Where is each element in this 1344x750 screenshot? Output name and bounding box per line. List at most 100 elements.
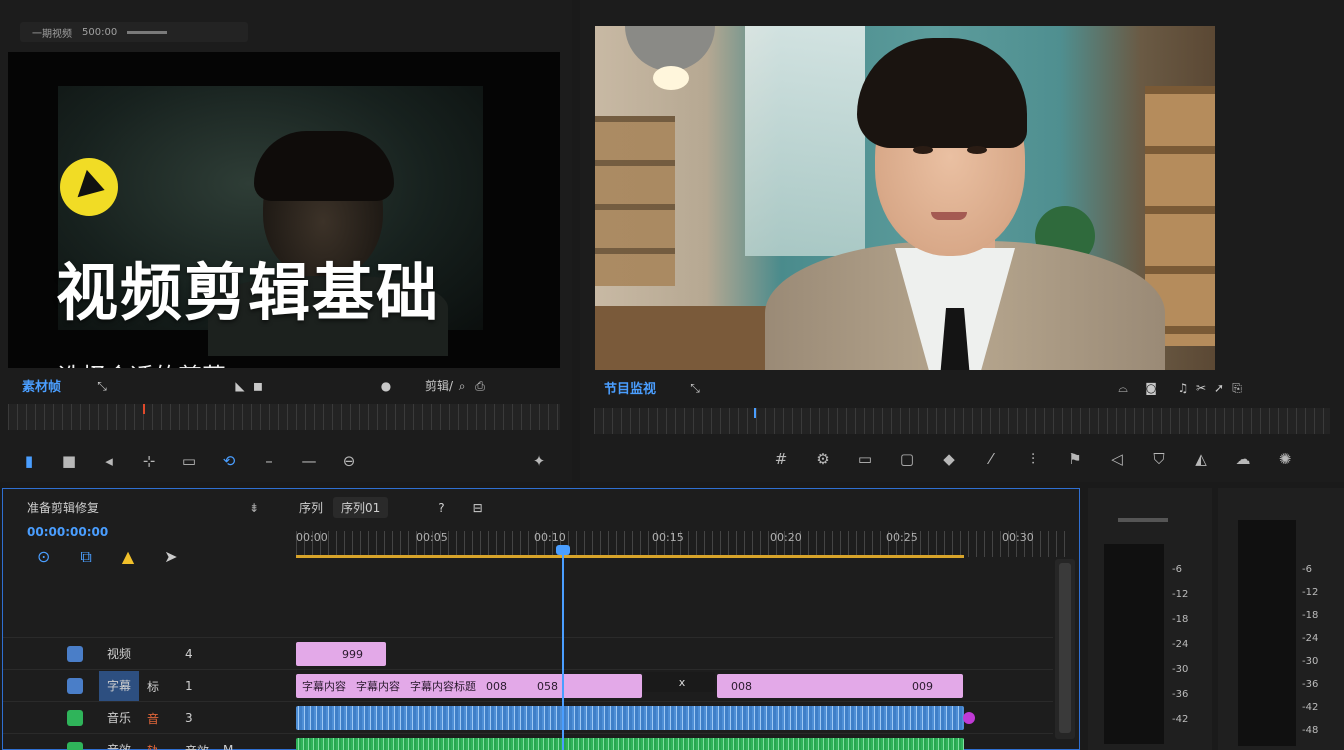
cloud-icon[interactable]: ☁ [1234,450,1252,468]
fx-icon[interactable]: ✂ [1192,379,1210,397]
step-back-icon[interactable]: ◂ [100,452,118,470]
mask-icon[interactable]: ⌓ [1114,379,1132,397]
timeline-vertical-scrollbar[interactable] [1055,559,1075,739]
playhead-handle[interactable] [556,545,570,555]
insert-icon[interactable]: – [260,452,278,470]
overwrite-icon[interactable]: — [300,452,318,470]
help-icon[interactable]: ? [438,501,444,515]
export-frame-icon[interactable]: ⎙ [471,377,489,395]
ruler-label: 00:20 [770,531,802,544]
fit-icon[interactable]: ⤡ [93,377,111,395]
lens-icon[interactable]: ✺ [1276,450,1294,468]
meter-label: -42 [1172,714,1189,725]
audio-icon[interactable]: ♫ [1174,379,1192,397]
track-name[interactable]: 字幕 [99,671,139,701]
safe-margin-icon[interactable]: ▢ [898,450,916,468]
track-name[interactable]: 音乐 [99,703,139,733]
timeline-playhead[interactable] [562,547,564,750]
track-lock[interactable]: 标 [147,678,177,695]
bg-shelf-left [595,116,675,286]
snap-icon[interactable]: ⊙ [37,547,50,567]
send-icon[interactable]: ◁ [1108,450,1126,468]
meter-label: -18 [1172,614,1189,625]
trim-icon[interactable]: ⫶ [1024,450,1042,468]
sequence-pill[interactable]: 序列01 [333,497,389,518]
program-ruler[interactable] [594,408,1330,434]
camera-icon[interactable]: ◙ [1142,379,1160,397]
person-mouth [931,212,967,220]
grid-icon[interactable]: # [772,450,790,468]
track-name[interactable]: 音效 [99,735,139,750]
ruler-label: 00:10 [534,531,566,544]
track-header: 音乐 音 3 [3,702,295,734]
stop-icon[interactable]: ■ [60,452,78,470]
diamond-icon[interactable]: ◆ [940,450,958,468]
source-timecode[interactable]: 素材帧 [22,376,61,395]
track-index: 4 [185,647,193,661]
track-audio-icon[interactable] [67,710,83,726]
sequence-tab[interactable]: 序列 [299,499,323,516]
source-monitor-panel: 一期视频 500:00 视频剪辑基础 选择合适的剪幕 素材帧 ⤡ ◣ ◼ ● 剪… [0,0,572,482]
wrench-icon[interactable]: ✦ [530,452,548,470]
marker-add-icon[interactable]: ▲ [122,547,134,567]
clip-subtitle[interactable]: 字幕内容 字幕内容 字幕内容标题 008 058 [296,674,642,698]
track-name[interactable]: 视频 [99,639,139,669]
marker-icon[interactable]: ▮ [20,452,38,470]
ruler-label: 00:30 [1002,531,1034,544]
bg-lamp [625,26,715,71]
clip-subtitle[interactable]: 008 009 [717,674,963,698]
timeline-timecode[interactable]: 00:00:00:00 [27,525,108,539]
program-video-frame[interactable] [595,26,1215,370]
track-index: 3 [185,711,193,725]
clip-audio-music[interactable] [296,706,964,730]
output-icon[interactable]: ⎘ [1228,379,1246,397]
track-lock[interactable]: 轨 [147,742,177,750]
clip-gap[interactable]: x [643,672,715,692]
source-playhead[interactable] [143,404,145,414]
send-icon[interactable]: ➤ [164,547,177,567]
work-area-bar[interactable] [296,555,964,558]
source-ruler[interactable] [8,404,560,430]
track-subtitle-icon[interactable] [67,678,83,694]
flag-icon[interactable]: ⚑ [1066,450,1084,468]
mark-in-icon[interactable]: ◣ [231,377,249,395]
step-forward-icon[interactable]: ▭ [180,452,198,470]
track-video-icon[interactable] [67,646,83,662]
source-tab-slider[interactable] [127,30,168,34]
meter-label: -36 [1302,679,1319,690]
clip-audio-sfx[interactable] [296,738,964,750]
loop-icon[interactable]: ⟲ [220,452,238,470]
meter-label: -30 [1302,656,1319,667]
more-icon[interactable]: ⊟ [473,501,483,515]
track-row: 视频 4 999 [3,637,1053,669]
linked-selection-icon[interactable]: ⧉ [80,547,91,567]
shield-icon[interactable]: ⛉ [1150,450,1168,468]
program-timecode[interactable]: 节目监视 [604,378,656,397]
clip-video[interactable]: 999 [296,642,386,666]
source-tab-bar[interactable]: 一期视频 500:00 [20,22,248,42]
track-lock[interactable]: 音 [147,710,177,727]
export-icon[interactable]: ◭ [1192,450,1210,468]
track-audio-icon[interactable] [67,742,83,750]
scrollbar-thumb[interactable] [1059,563,1071,733]
track-mute[interactable]: M [223,743,233,750]
timeline-ruler[interactable]: 00:00 00:05 00:10 00:15 00:20 00:25 00:3… [296,531,1066,557]
source-video-frame[interactable]: 视频剪辑基础 选择合适的剪幕 [8,52,560,368]
panel-menu-icon[interactable]: ⇟ [249,501,259,515]
track-row: 音效 轨 音效 M [3,733,1053,750]
mark-out-icon[interactable]: ◼ [249,377,267,395]
search-icon[interactable]: ⌕ [453,377,471,395]
brush-icon[interactable]: ⁄ [982,450,1000,468]
gear-icon[interactable]: ⚙ [814,450,832,468]
camera-icon[interactable]: ⊖ [340,452,358,470]
monitor-icon[interactable]: ▭ [856,450,874,468]
bg-lamp-glow [653,66,689,90]
program-playhead[interactable] [754,408,756,418]
source-tab[interactable]: 一期视频 [32,25,72,40]
clip-end-marker[interactable] [963,712,975,724]
source-tab[interactable]: 500:00 [82,27,117,38]
share-icon[interactable]: ➚ [1210,379,1228,397]
play-icon[interactable]: ⊹ [140,452,158,470]
fit-icon[interactable]: ⤡ [686,379,704,397]
settings-icon[interactable]: ● [377,377,395,395]
